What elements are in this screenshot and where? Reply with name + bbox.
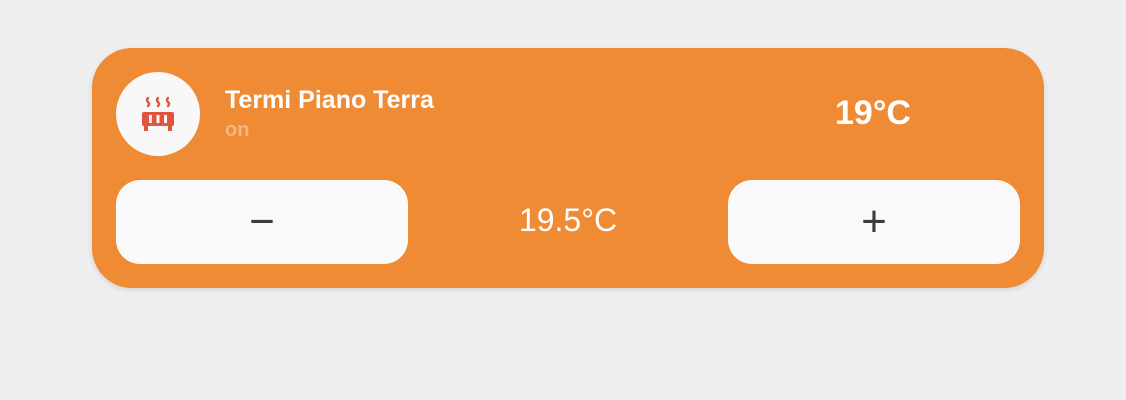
- thermostat-card: Termi Piano Terra on 19°C − 19.5°C +: [92, 48, 1044, 288]
- increase-temperature-button[interactable]: +: [728, 180, 1020, 264]
- minus-icon: −: [249, 197, 275, 246]
- target-temperature: 19.5°C: [518, 202, 618, 238]
- decrease-temperature-button[interactable]: −: [116, 180, 408, 264]
- radiator-icon: [142, 96, 174, 131]
- radiator-icon-badge[interactable]: [116, 72, 200, 156]
- entity-state: on: [225, 119, 250, 141]
- plus-icon: +: [861, 197, 887, 246]
- entity-name: Termi Piano Terra: [225, 86, 434, 114]
- current-temperature: 19°C: [835, 94, 911, 132]
